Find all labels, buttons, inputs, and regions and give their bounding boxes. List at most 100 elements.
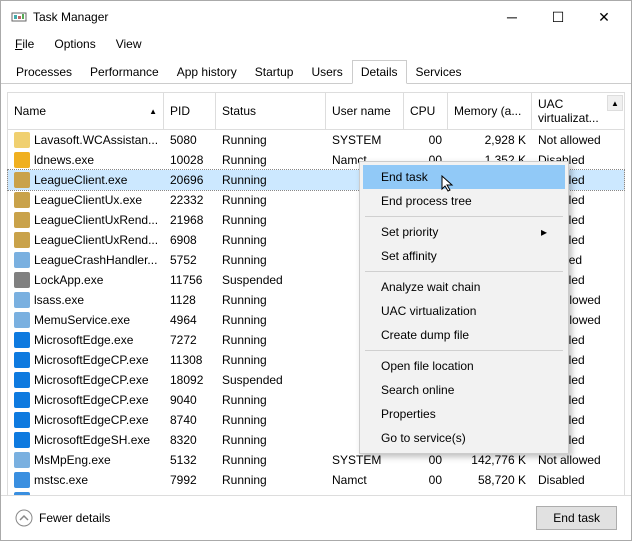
minimize-button[interactable]: ─ [489, 1, 535, 33]
process-name: mstsc.exe [34, 473, 88, 487]
ctx-search[interactable]: Search online [363, 378, 565, 402]
process-pid: 4964 [164, 313, 216, 327]
process-icon [14, 352, 30, 368]
process-pid: 6908 [164, 233, 216, 247]
process-name: LeagueCrashHandler... [34, 253, 157, 267]
menu-bar: File Options View [1, 33, 631, 55]
process-pid: 8740 [164, 413, 216, 427]
end-task-button[interactable]: End task [536, 506, 617, 530]
process-pid: 5132 [164, 453, 216, 467]
process-icon [14, 412, 30, 428]
process-status: Running [216, 253, 326, 267]
process-status: Running [216, 453, 326, 467]
chevron-right-icon: ▸ [541, 225, 547, 239]
process-status: Running [216, 173, 326, 187]
separator [365, 350, 563, 351]
tab-app-history[interactable]: App history [168, 60, 246, 84]
ctx-end-tree[interactable]: End process tree [363, 189, 565, 213]
process-name: lsass.exe [34, 293, 84, 307]
sort-asc-icon: ▲ [149, 107, 157, 116]
fewer-details-label: Fewer details [39, 511, 110, 525]
process-icon [14, 212, 30, 228]
ctx-uac-virt[interactable]: UAC virtualization [363, 299, 565, 323]
scroll-up-button[interactable]: ▲ [607, 95, 623, 111]
process-user: SYSTEM [326, 453, 404, 467]
process-pid: 8320 [164, 433, 216, 447]
process-icon [14, 392, 30, 408]
process-icon [14, 132, 30, 148]
ctx-set-priority[interactable]: Set priority▸ [363, 220, 565, 244]
process-status: Running [216, 293, 326, 307]
process-cpu: 00 [404, 473, 448, 487]
process-icon [14, 432, 30, 448]
process-icon [14, 152, 30, 168]
process-status: Running [216, 233, 326, 247]
process-name: MemuService.exe [34, 313, 130, 327]
tab-processes[interactable]: Processes [7, 60, 81, 84]
process-name: MicrosoftEdgeCP.exe [34, 393, 149, 407]
process-mem: 2,928 K [448, 133, 532, 147]
app-icon [11, 9, 27, 25]
process-icon [14, 372, 30, 388]
col-user[interactable]: User name [326, 93, 404, 129]
ctx-properties[interactable]: Properties [363, 402, 565, 426]
fewer-details-button[interactable]: Fewer details [15, 509, 110, 527]
tab-details[interactable]: Details [352, 60, 407, 84]
process-name: MicrosoftEdgeSH.exe [34, 433, 150, 447]
ctx-services[interactable]: Go to service(s) [363, 426, 565, 450]
process-name: ldnews.exe [34, 153, 94, 167]
col-cpu[interactable]: CPU [404, 93, 448, 129]
ctx-end-task[interactable]: End task [363, 165, 565, 189]
process-status: Running [216, 393, 326, 407]
process-cpu: 00 [404, 133, 448, 147]
process-name: MsMpEng.exe [34, 453, 111, 467]
col-name[interactable]: Name▲ [8, 93, 164, 129]
process-icon [14, 312, 30, 328]
process-name: MicrosoftEdge.exe [34, 333, 133, 347]
ctx-set-affinity[interactable]: Set affinity [363, 244, 565, 268]
process-name: LockApp.exe [34, 273, 103, 287]
process-status: Running [216, 153, 326, 167]
menu-view[interactable]: View [108, 35, 150, 53]
ctx-analyze[interactable]: Analyze wait chain [363, 275, 565, 299]
menu-file[interactable]: File [7, 35, 42, 53]
col-pid[interactable]: PID [164, 93, 216, 129]
process-pid: 11756 [164, 273, 216, 287]
process-status: Running [216, 213, 326, 227]
ctx-dump[interactable]: Create dump file [363, 323, 565, 347]
process-uac: Not allowed [532, 133, 622, 147]
process-status: Running [216, 133, 326, 147]
process-status: Suspended [216, 273, 326, 287]
process-name: MicrosoftEdgeCP.exe [34, 373, 149, 387]
table-row[interactable]: Lavasoft.WCAssistan...5080RunningSYSTEM0… [8, 130, 624, 150]
process-pid: 7992 [164, 473, 216, 487]
process-icon [14, 292, 30, 308]
col-status[interactable]: Status [216, 93, 326, 129]
title-bar: Task Manager ─ ☐ ✕ [1, 1, 631, 33]
chevron-up-circle-icon [15, 509, 33, 527]
process-status: Running [216, 333, 326, 347]
footer: Fewer details End task [1, 495, 631, 540]
maximize-button[interactable]: ☐ [535, 1, 581, 33]
tab-services[interactable]: Services [407, 60, 471, 84]
process-status: Suspended [216, 373, 326, 387]
tab-startup[interactable]: Startup [246, 60, 303, 84]
process-icon [14, 452, 30, 468]
process-pid: 5752 [164, 253, 216, 267]
process-mem: 142,776 K [448, 453, 532, 467]
process-pid: 18092 [164, 373, 216, 387]
col-mem[interactable]: Memory (a... [448, 93, 532, 129]
tab-users[interactable]: Users [302, 60, 351, 84]
ctx-open-loc[interactable]: Open file location [363, 354, 565, 378]
process-status: Running [216, 353, 326, 367]
process-icon [14, 172, 30, 188]
process-name: MicrosoftEdgeCP.exe [34, 413, 149, 427]
process-cpu: 00 [404, 453, 448, 467]
process-icon [14, 332, 30, 348]
tab-performance[interactable]: Performance [81, 60, 168, 84]
close-button[interactable]: ✕ [581, 1, 627, 33]
table-row[interactable]: mstsc.exe7992RunningNamct0058,720 KDisab… [8, 470, 624, 490]
context-menu: End task End process tree Set priority▸ … [359, 161, 569, 454]
separator [365, 271, 563, 272]
menu-options[interactable]: Options [46, 35, 103, 53]
